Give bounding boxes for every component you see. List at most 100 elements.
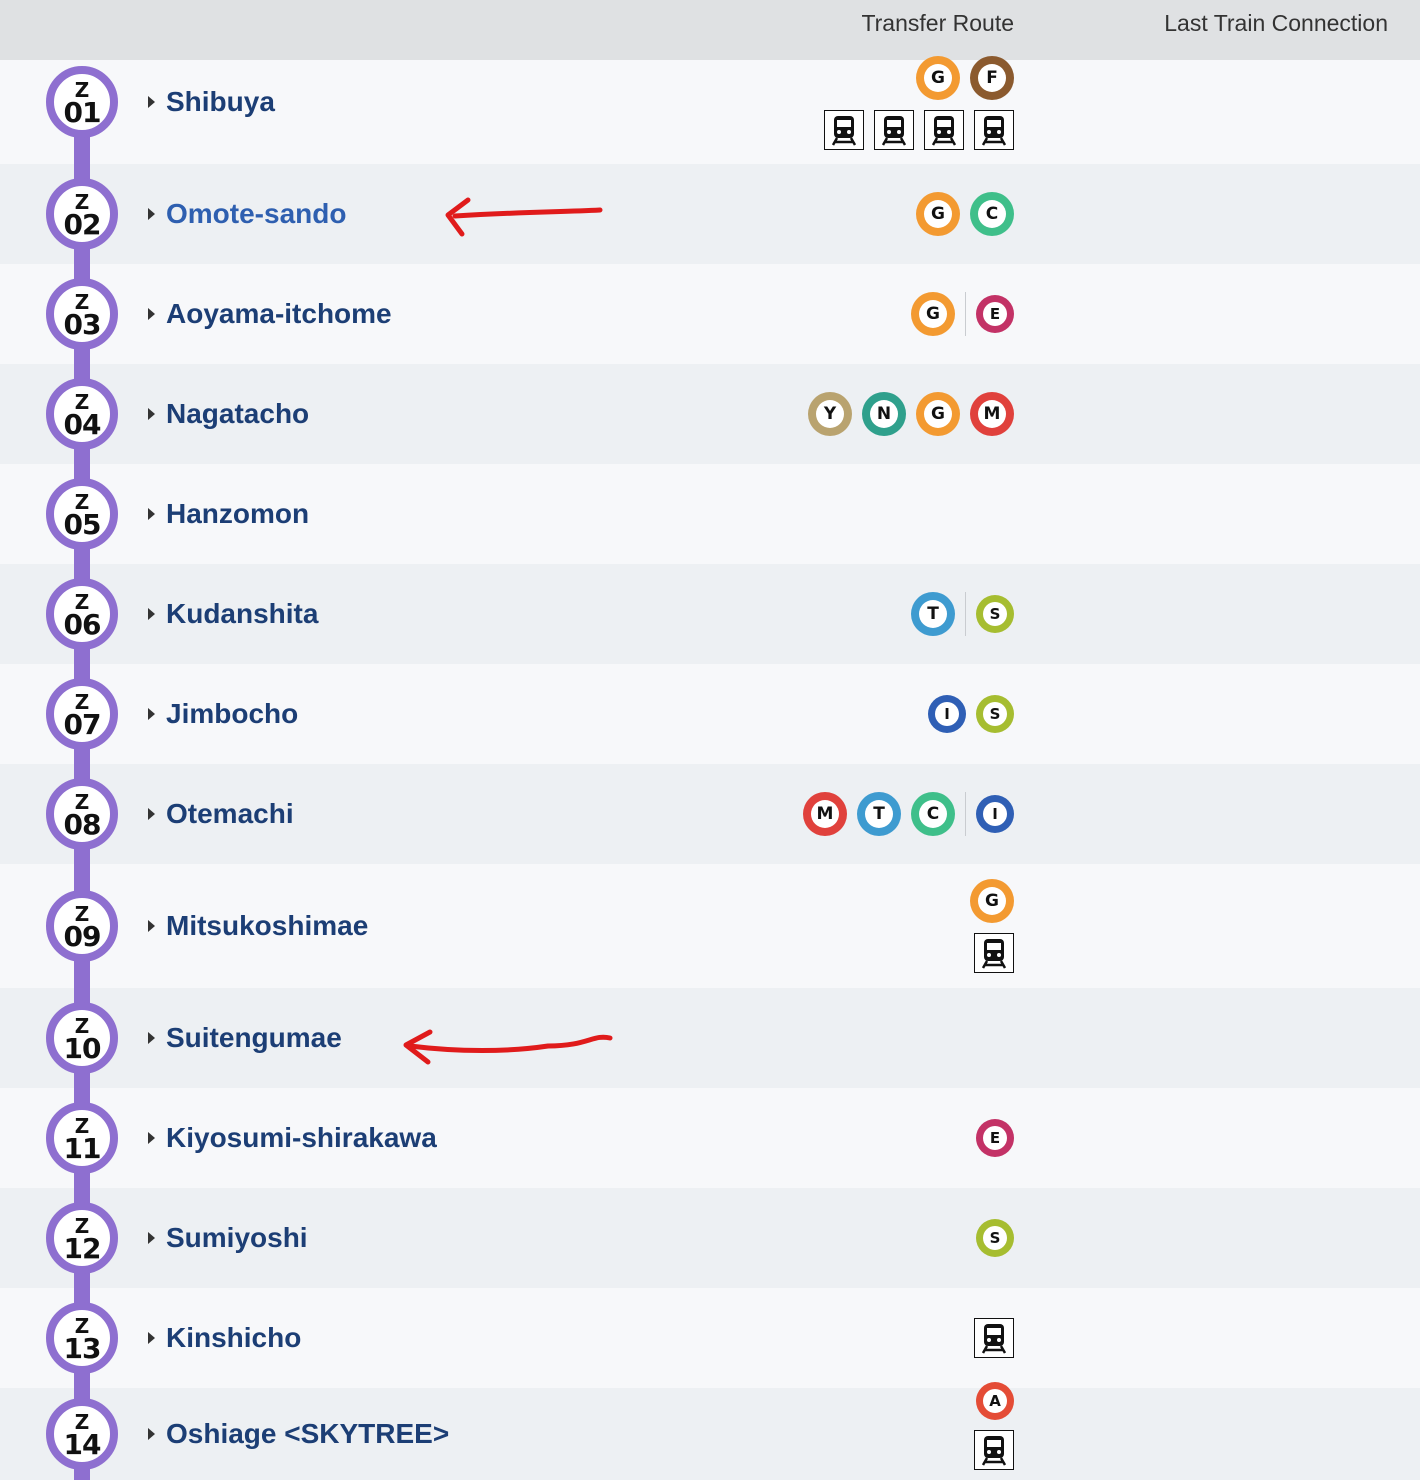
line-e-icon: E (976, 1119, 1014, 1157)
transfer-route: GE (911, 292, 1014, 336)
line-e-icon: E (976, 295, 1014, 333)
station-row: Z 07 Jimbocho I S (0, 664, 1420, 764)
station-name-link[interactable]: Shibuya (166, 86, 275, 118)
line-i-icon: I (928, 695, 966, 733)
station-name-link[interactable]: Omote-sando (166, 198, 346, 230)
train-icon (974, 110, 1014, 150)
transfer-route: G (970, 879, 1014, 973)
badge-station-number: 11 (63, 1131, 102, 1165)
station-name-link[interactable]: Kudanshita (166, 598, 318, 630)
station-number-badge: Z 12 (46, 1202, 118, 1274)
station-name-link[interactable]: Otemachi (166, 798, 294, 830)
transfer-divider (965, 592, 966, 636)
expand-caret-icon[interactable] (148, 96, 155, 108)
expand-caret-icon[interactable] (148, 1132, 155, 1144)
badge-station-number: 02 (63, 207, 102, 241)
line-c-icon: C (911, 792, 955, 836)
table-header: Transfer Route Last Train Connection (0, 0, 1420, 60)
transfer-route-header: Transfer Route (861, 10, 1014, 36)
transfer-route: GC (916, 192, 1014, 236)
line-g-icon: G (911, 292, 955, 336)
line-f-icon: F (970, 56, 1014, 100)
line-s-icon: S (976, 1219, 1014, 1257)
line-y-icon: Y (808, 392, 852, 436)
line-n-icon: N (862, 392, 906, 436)
station-number-badge: Z 08 (46, 778, 118, 850)
transfer-route: IS (928, 695, 1014, 733)
train-icon (874, 110, 914, 150)
badge-station-number: 10 (63, 1031, 102, 1065)
badge-station-number: 13 (63, 1331, 102, 1365)
expand-caret-icon[interactable] (148, 920, 155, 932)
expand-caret-icon[interactable] (148, 1332, 155, 1344)
expand-caret-icon[interactable] (148, 1232, 155, 1244)
station-name-link[interactable]: Aoyama-itchome (166, 298, 392, 330)
station-name-link[interactable]: Nagatacho (166, 398, 309, 430)
station-row: Z 05 Hanzomon (0, 464, 1420, 564)
annotation-arrow-icon (403, 1029, 613, 1065)
station-number-badge: Z 09 (46, 890, 118, 962)
badge-station-number: 05 (63, 507, 102, 541)
line-c-icon: C (970, 192, 1014, 236)
station-name-link[interactable]: Oshiage <SKYTREE> (166, 1418, 449, 1450)
station-number-badge: Z 10 (46, 1002, 118, 1074)
expand-caret-icon[interactable] (148, 508, 155, 520)
badge-station-number: 04 (63, 407, 102, 441)
line-g-icon: G (916, 192, 960, 236)
transfer-route (974, 1318, 1014, 1358)
station-number-badge: Z 07 (46, 678, 118, 750)
station-name-link[interactable]: Kinshicho (166, 1322, 301, 1354)
station-row: Z 11 Kiyosumi-shirakawa E (0, 1088, 1420, 1188)
badge-station-number: 14 (63, 1427, 102, 1461)
transfer-route: GF (824, 56, 1014, 150)
station-number-badge: Z 05 (46, 478, 118, 550)
badge-station-number: 08 (63, 807, 102, 841)
station-row: Z 08 Otemachi M T C I (0, 764, 1420, 864)
expand-caret-icon[interactable] (148, 608, 155, 620)
line-s-icon: S (976, 695, 1014, 733)
station-name-link[interactable]: Sumiyoshi (166, 1222, 308, 1254)
train-icon (974, 933, 1014, 973)
expand-caret-icon[interactable] (148, 1032, 155, 1044)
line-g-icon: G (916, 56, 960, 100)
transfer-route: S (976, 1219, 1014, 1257)
expand-caret-icon[interactable] (148, 808, 155, 820)
station-name-link[interactable]: Suitengumae (166, 1022, 342, 1054)
station-number-badge: Z 04 (46, 378, 118, 450)
expand-caret-icon[interactable] (148, 408, 155, 420)
station-row: Z 09 Mitsukoshimae G (0, 864, 1420, 988)
line-m-icon: M (970, 392, 1014, 436)
station-name-link[interactable]: Mitsukoshimae (166, 910, 368, 942)
station-name-link[interactable]: Jimbocho (166, 698, 298, 730)
station-name-link[interactable]: Kiyosumi-shirakawa (166, 1122, 437, 1154)
transfer-route: YNGM (808, 392, 1014, 436)
badge-station-number: 09 (63, 919, 102, 953)
line-i-icon: I (976, 795, 1014, 833)
last-train-connection-header: Last Train Connection (1164, 10, 1388, 36)
station-row: Z 14 Oshiage <SKYTREE> A (0, 1382, 1420, 1480)
station-number-badge: Z 06 (46, 578, 118, 650)
expand-caret-icon[interactable] (148, 1428, 155, 1440)
transfer-route: E (976, 1119, 1014, 1157)
transfer-route: A (974, 1382, 1014, 1470)
station-row: Z 03 Aoyama-itchome G E (0, 264, 1420, 364)
badge-station-number: 06 (63, 607, 102, 641)
transfer-divider (965, 792, 966, 836)
expand-caret-icon[interactable] (148, 708, 155, 720)
annotation-arrow-icon (445, 197, 603, 237)
train-icon (824, 110, 864, 150)
station-row: Z 06 Kudanshita T S (0, 564, 1420, 664)
station-number-badge: Z 03 (46, 278, 118, 350)
badge-station-number: 03 (63, 307, 102, 341)
station-row: Z 02 Omote-sando G C (0, 164, 1420, 264)
badge-station-number: 01 (63, 95, 102, 129)
expand-caret-icon[interactable] (148, 308, 155, 320)
line-m-icon: M (803, 792, 847, 836)
line-a-icon: A (976, 1382, 1014, 1420)
station-list: Z 01 Shibuya G F Z 02 Omote-sando G C Z 03 Aoyama-it… (0, 56, 1420, 1480)
station-name-link[interactable]: Hanzomon (166, 498, 309, 530)
station-row: Z 04 Nagatacho Y N G M (0, 364, 1420, 464)
station-row: Z 10 Suitengumae (0, 988, 1420, 1088)
expand-caret-icon[interactable] (148, 208, 155, 220)
line-g-icon: G (970, 879, 1014, 923)
